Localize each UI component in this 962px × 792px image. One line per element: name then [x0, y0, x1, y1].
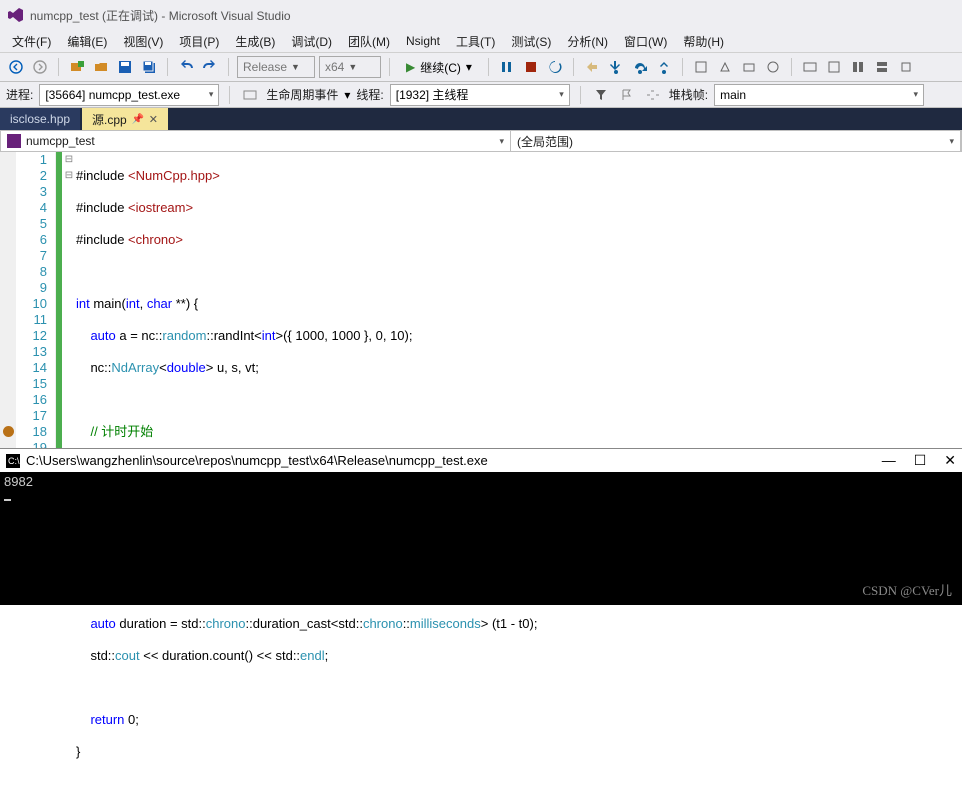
threads-icon[interactable] [643, 84, 663, 106]
stop-debug-icon[interactable] [521, 56, 541, 78]
breakpoint-margin[interactable] [0, 152, 16, 448]
continue-button[interactable]: ▶继续(C)▾ [398, 56, 480, 78]
menu-project[interactable]: 项目(P) [171, 33, 227, 50]
filter-icon[interactable] [591, 84, 611, 106]
stackframe-combo[interactable]: main▾ [714, 84, 924, 106]
code-area[interactable]: #include <NumCpp.hpp> #include <iostream… [76, 152, 962, 448]
pin-icon[interactable]: 📌 [133, 114, 143, 124]
project-context-combo[interactable]: numcpp_test▾ [1, 131, 511, 151]
nav-forward-button[interactable] [30, 56, 50, 78]
close-button[interactable]: ✕ [944, 452, 956, 469]
tool-icon-5[interactable] [800, 56, 820, 78]
console-title: C:\Users\wangzhenlin\source\repos\numcpp… [26, 453, 488, 468]
window-titlebar: numcpp_test (正在调试) - Microsoft Visual St… [0, 0, 962, 30]
svg-text:C:\: C:\ [8, 456, 20, 466]
minimize-button[interactable]: — [882, 452, 896, 469]
tab-source-cpp[interactable]: 源.cpp 📌 ✕ [82, 108, 168, 130]
lifecycle-label: 生命周期事件 [266, 86, 338, 103]
stackframe-label: 堆栈帧: [669, 86, 708, 103]
redo-icon[interactable] [200, 56, 220, 78]
thread-label: 线程: [356, 86, 383, 103]
open-file-icon[interactable] [91, 56, 111, 78]
main-toolbar: Release▼ x64▼ ▶继续(C)▾ [0, 52, 962, 82]
save-icon[interactable] [115, 56, 135, 78]
tool-icon-4[interactable] [763, 56, 783, 78]
menu-test[interactable]: 测试(S) [503, 33, 559, 50]
menu-nsight[interactable]: Nsight [398, 34, 448, 48]
process-label: 进程: [6, 86, 33, 103]
thread-combo[interactable]: [1932] 主线程▾ [390, 84, 570, 106]
menu-file[interactable]: 文件(F) [4, 33, 59, 50]
step-into-icon[interactable] [606, 56, 626, 78]
tool-icon-6[interactable] [824, 56, 844, 78]
tool-icon-1[interactable] [691, 56, 711, 78]
context-row: numcpp_test▾ (全局范围)▾ [0, 130, 962, 152]
config-combo[interactable]: Release▼ [237, 56, 315, 78]
console-app-icon: C:\ [6, 454, 20, 468]
editor-workspace: isclose.hpp 源.cpp 📌 ✕ [0, 108, 962, 130]
debug-location-toolbar: 进程: [35664] numcpp_test.exe▾ 生命周期事件▾ 线程:… [0, 82, 962, 108]
breakpoint-marker[interactable] [3, 426, 14, 437]
tool-icon-9[interactable] [896, 56, 916, 78]
menu-team[interactable]: 团队(M) [340, 33, 398, 50]
platform-combo[interactable]: x64▼ [319, 56, 381, 78]
menu-edit[interactable]: 编辑(E) [59, 33, 115, 50]
tab-strip: isclose.hpp 源.cpp 📌 ✕ [0, 108, 962, 130]
tool-icon-8[interactable] [872, 56, 892, 78]
watermark: CSDN @CVer儿 [862, 580, 952, 599]
fold-margin[interactable]: ⊟⊟ [62, 152, 76, 448]
console-titlebar[interactable]: C:\ C:\Users\wangzhenlin\source\repos\nu… [0, 448, 962, 472]
restart-icon[interactable] [545, 56, 565, 78]
code-editor[interactable]: 12345678910111213141516171819 ⊟⊟ #includ… [0, 152, 962, 448]
cpp-icon [7, 134, 21, 148]
menu-analyze[interactable]: 分析(N) [559, 33, 616, 50]
tool-icon-3[interactable] [739, 56, 759, 78]
console-cursor [4, 499, 11, 501]
menu-build[interactable]: 生成(B) [227, 33, 283, 50]
tab-isclose[interactable]: isclose.hpp [0, 108, 80, 130]
process-combo[interactable]: [35664] numcpp_test.exe▾ [39, 84, 219, 106]
undo-icon[interactable] [176, 56, 196, 78]
show-next-statement-icon[interactable] [582, 56, 602, 78]
menu-help[interactable]: 帮助(H) [675, 33, 732, 50]
nav-back-button[interactable] [6, 56, 26, 78]
new-project-icon[interactable] [67, 56, 87, 78]
console-output[interactable]: 8982 [0, 472, 962, 506]
line-number-gutter: 12345678910111213141516171819 [16, 152, 56, 448]
step-over-icon[interactable] [630, 56, 650, 78]
lifecycle-icon[interactable] [240, 84, 260, 106]
menu-window[interactable]: 窗口(W) [616, 33, 675, 50]
tool-icon-7[interactable] [848, 56, 868, 78]
scope-context-combo[interactable]: (全局范围)▾ [511, 131, 961, 151]
save-all-icon[interactable] [139, 56, 159, 78]
break-all-icon[interactable] [497, 56, 517, 78]
console-window: C:\ C:\Users\wangzhenlin\source\repos\nu… [0, 448, 962, 605]
flag-icon[interactable] [617, 84, 637, 106]
menu-bar[interactable]: 文件(F) 编辑(E) 视图(V) 项目(P) 生成(B) 调试(D) 团队(M… [0, 30, 962, 52]
vs-logo-icon [8, 7, 24, 23]
window-title: numcpp_test (正在调试) - Microsoft Visual St… [30, 7, 291, 24]
step-out-icon[interactable] [654, 56, 674, 78]
close-icon[interactable]: ✕ [149, 113, 158, 126]
maximize-button[interactable]: ☐ [914, 452, 927, 469]
menu-tools[interactable]: 工具(T) [448, 33, 503, 50]
tool-icon-2[interactable] [715, 56, 735, 78]
menu-debug[interactable]: 调试(D) [283, 33, 340, 50]
menu-view[interactable]: 视图(V) [115, 33, 171, 50]
